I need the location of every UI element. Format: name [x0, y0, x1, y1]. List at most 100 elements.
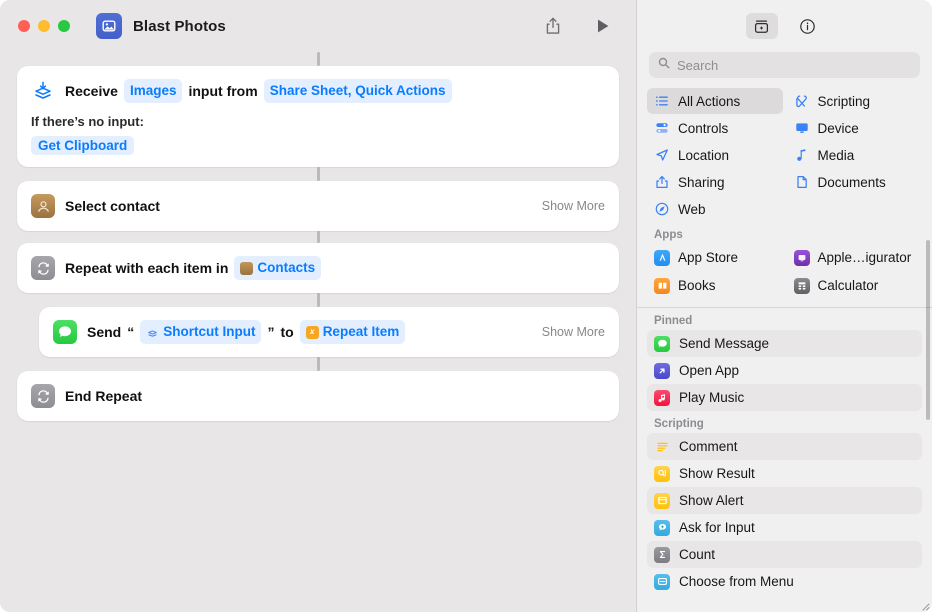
list-item-open-app[interactable]: Open App: [647, 357, 922, 384]
action-card-end-repeat[interactable]: End Repeat: [17, 371, 619, 421]
receive-prefix: Receive: [65, 83, 118, 99]
action-card-select-contact[interactable]: Select contact Show More: [17, 181, 619, 231]
sidebar-toolbar: [637, 0, 932, 52]
send-connector: to: [280, 324, 294, 340]
traffic-lights: [18, 20, 70, 32]
list-item-show-alert[interactable]: Show Alert: [647, 487, 922, 514]
search-input[interactable]: [677, 57, 911, 73]
scripting-list: Comment Show Result Show Alert Ask for I…: [637, 433, 932, 612]
no-input-action-token[interactable]: Get Clipboard: [31, 136, 135, 155]
app-item-apple-configurator[interactable]: Apple…igurator: [787, 244, 923, 271]
sharing-icon: [654, 175, 670, 189]
category-label: Controls: [678, 120, 729, 136]
close-button[interactable]: [18, 20, 30, 32]
info-icon[interactable]: [792, 13, 824, 39]
category-location[interactable]: Location: [647, 142, 783, 168]
repeat-item-label: Repeat Item: [322, 324, 400, 339]
action-card-receive[interactable]: Receive Images input from Share Sheet, Q…: [17, 66, 619, 167]
scripting-label: Show Result: [679, 466, 755, 481]
quote-open: “: [127, 324, 135, 340]
category-all-actions[interactable]: All Actions: [647, 88, 783, 114]
location-icon: [654, 148, 670, 162]
flow-connector: [316, 293, 320, 307]
action-card-send-message[interactable]: Send “ Shortcut Input ” to x Repeat Item…: [39, 307, 619, 357]
documents-icon: [794, 175, 810, 189]
minimize-button[interactable]: [38, 20, 50, 32]
show-result-icon: [654, 465, 670, 482]
category-grid: All Actions Scripting Controls Device Lo…: [637, 88, 932, 222]
list-item-send-message[interactable]: Send Message: [647, 330, 922, 357]
list-item-choose-from-menu[interactable]: Choose from Menu: [647, 568, 922, 595]
category-controls[interactable]: Controls: [647, 115, 783, 141]
category-label: All Actions: [678, 93, 741, 109]
maximize-button[interactable]: [58, 20, 70, 32]
flow-connector: [316, 357, 320, 371]
action-canvas: Receive Images input from Share Sheet, Q…: [0, 52, 636, 612]
list-item-play-music[interactable]: Play Music: [647, 384, 922, 411]
scripting-label: Count: [679, 547, 716, 562]
category-label: Web: [678, 201, 706, 217]
ask-for-input-icon: [654, 519, 670, 536]
app-label: App Store: [678, 250, 739, 265]
list-item-show-result[interactable]: Show Result: [647, 460, 922, 487]
category-sharing[interactable]: Sharing: [647, 169, 783, 195]
app-item-calculator[interactable]: Calculator: [787, 272, 923, 299]
pinned-label: Send Message: [679, 336, 770, 351]
pinned-label: Play Music: [679, 390, 745, 405]
category-documents[interactable]: Documents: [787, 169, 923, 195]
web-icon: [654, 202, 670, 216]
input-source-token[interactable]: Share Sheet, Quick Actions: [263, 79, 452, 103]
send-prefix: Send: [87, 324, 122, 340]
list-item-ask-for-input[interactable]: Ask for Input: [647, 514, 922, 541]
flow-connector: [316, 52, 320, 66]
flow-connector: [316, 231, 320, 243]
show-more-button[interactable]: Show More: [532, 325, 605, 339]
select-contact-title: Select contact: [65, 198, 160, 214]
repeat-icon: [31, 256, 55, 280]
repeat-action-text: Repeat with each item in Contacts: [65, 256, 322, 280]
list-item-count[interactable]: Count: [647, 541, 922, 568]
messages-icon: [654, 335, 670, 352]
apps-section: App Store Apple…igurator Books Calculato…: [637, 244, 932, 302]
show-more-button[interactable]: Show More: [532, 199, 605, 213]
contacts-icon: [31, 194, 55, 218]
shortcut-input-token[interactable]: Shortcut Input: [140, 320, 262, 344]
sidebar-scrollbar[interactable]: [926, 240, 930, 420]
receive-input-icon: [31, 79, 55, 103]
run-shortcut-button[interactable]: [588, 13, 618, 39]
resize-grip[interactable]: [918, 598, 930, 611]
scripting-section-header: Scripting: [654, 418, 704, 430]
search-field[interactable]: [649, 52, 920, 78]
repeat-source-token[interactable]: Contacts: [234, 256, 322, 280]
list-icon: [654, 94, 670, 108]
page-title: Blast Photos: [133, 17, 226, 35]
category-label: Location: [678, 147, 730, 163]
device-icon: [794, 121, 810, 135]
end-repeat-title: End Repeat: [65, 388, 143, 404]
repeat-item-token[interactable]: x Repeat Item: [299, 320, 406, 344]
action-library-icon[interactable]: [745, 13, 778, 39]
app-item-app-store[interactable]: App Store: [647, 244, 783, 271]
app-item-books[interactable]: Books: [647, 272, 783, 299]
action-card-repeat[interactable]: Repeat with each item in Contacts: [17, 243, 619, 293]
receive-middle: input from: [188, 83, 258, 99]
shortcut-input-icon: [146, 326, 159, 339]
app-label: Apple…igurator: [817, 250, 912, 265]
variable-icon: x: [305, 325, 319, 339]
no-input-label: If there’s no input:: [31, 114, 144, 129]
contacts-icon: [240, 261, 254, 275]
scripting-label: Ask for Input: [679, 520, 755, 535]
count-icon: [654, 546, 670, 563]
calculator-icon: [793, 277, 810, 294]
controls-icon: [654, 121, 670, 135]
category-label: Media: [817, 147, 855, 163]
category-label: Device: [817, 120, 859, 136]
input-type-token[interactable]: Images: [123, 79, 183, 103]
category-media[interactable]: Media: [787, 142, 923, 168]
share-icon[interactable]: [538, 13, 568, 39]
scripting-label: Show Alert: [679, 493, 744, 508]
category-web[interactable]: Web: [647, 196, 783, 222]
category-device[interactable]: Device: [787, 115, 923, 141]
category-scripting[interactable]: Scripting: [787, 88, 923, 114]
list-item-comment[interactable]: Comment: [647, 433, 922, 460]
